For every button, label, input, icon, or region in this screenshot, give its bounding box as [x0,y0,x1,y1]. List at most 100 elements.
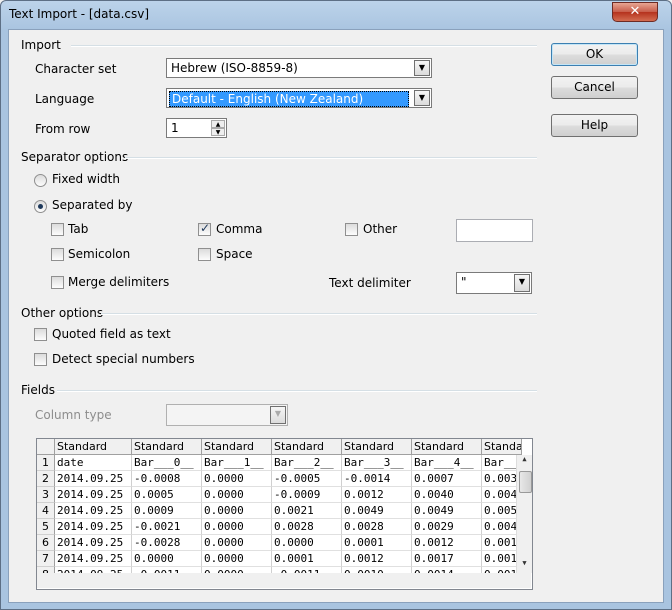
table-cell[interactable]: 2014.09.25 [55,471,132,487]
row-header[interactable]: 2 [37,471,55,487]
scroll-down-icon[interactable]: ▼ [517,559,532,567]
table-cell[interactable]: 2014.09.25 [55,487,132,503]
column-header[interactable]: Standard [202,439,272,455]
space-checkbox[interactable] [198,248,211,261]
column-header[interactable]: Standard [272,439,342,455]
table-cell[interactable]: Bar___3__ [342,455,412,471]
semicolon-label[interactable]: Semicolon [68,247,130,261]
table-cell[interactable]: 0.0000 [272,535,342,551]
chevron-down-icon[interactable]: ▼ [270,406,286,424]
text-delimiter-select[interactable]: " ▼ [456,272,532,294]
table-cell[interactable]: 0.0000 [202,471,272,487]
comma-label[interactable]: Comma [216,222,262,236]
table-cell[interactable]: 0.0000 [202,535,272,551]
comma-checkbox[interactable] [198,221,211,236]
table-cell[interactable]: -0.0014 [342,471,412,487]
table-cell[interactable]: 0.0028 [342,519,412,535]
quoted-field-label[interactable]: Quoted field as text [52,327,171,341]
fixed-width-label[interactable]: Fixed width [52,172,120,186]
table-cell[interactable]: -0.0009 [272,487,342,503]
charset-select[interactable]: Hebrew (ISO-8859-8) ▼ [166,58,432,78]
row-header[interactable]: 1 [37,455,55,471]
row-header[interactable]: 3 [37,487,55,503]
table-cell[interactable]: Bar___2__ [272,455,342,471]
table-cell[interactable]: 0.0040 [412,487,482,503]
close-button[interactable]: ✕ [612,2,658,22]
quoted-field-checkbox[interactable] [34,328,47,341]
vertical-scrollbar[interactable]: ▲ ▼ [516,455,532,573]
table-cell[interactable]: 0.0017 [412,551,482,567]
spin-up-icon[interactable]: ▲ [211,120,225,128]
language-select[interactable]: Default - English (New Zealand) ▼ [166,88,432,108]
ok-button[interactable]: OK [551,43,638,66]
table-cell[interactable]: -0.0021 [132,519,202,535]
semicolon-checkbox[interactable] [51,248,64,261]
merge-delimiters-label[interactable]: Merge delimiters [68,275,169,289]
merge-delimiters-checkbox[interactable] [51,276,64,289]
scroll-up-icon[interactable]: ▲ [517,455,532,463]
table-cell[interactable]: 0.0000 [202,519,272,535]
spin-down-icon[interactable]: ▼ [211,128,225,136]
table-cell[interactable]: 0.0000 [132,551,202,567]
column-header[interactable]: Standard [482,439,522,455]
table-cell[interactable]: 2014.09.25 [55,551,132,567]
table-cell[interactable]: 0.0012 [412,535,482,551]
table-cell[interactable]: 0.0009 [132,503,202,519]
row-header[interactable]: 4 [37,503,55,519]
table-cell[interactable]: Bar___4__ [412,455,482,471]
other-label[interactable]: Other [363,222,397,236]
detect-numbers-checkbox[interactable] [34,353,47,366]
fromrow-stepper[interactable]: 1 ▲ ▼ [166,118,227,138]
table-cell[interactable]: 0.0028 [272,519,342,535]
table-cell[interactable]: 0.0021 [272,503,342,519]
table-cell[interactable]: Bar___0__ [132,455,202,471]
table-cell[interactable]: -0.0005 [272,471,342,487]
chevron-down-icon[interactable]: ▼ [414,60,430,76]
tab-checkbox[interactable] [51,223,64,236]
table-cell[interactable]: 0.0000 [202,487,272,503]
table-cell[interactable]: 2014.09.25 [55,519,132,535]
scrollbar-thumb[interactable] [519,471,532,493]
table-cell[interactable]: date [55,455,132,471]
column-header[interactable]: Standard [412,439,482,455]
preview-grid[interactable]: 0.0010.00140.0010-0.00110.0000-0.0011201… [36,438,533,590]
row-header[interactable]: 6 [37,535,55,551]
chevron-down-icon[interactable]: ▼ [414,90,430,106]
table-cell[interactable]: 0.0049 [412,503,482,519]
column-header[interactable]: Standard [132,439,202,455]
column-type-select[interactable]: ▼ [166,404,288,426]
table-cell[interactable]: 0.0012 [342,551,412,567]
help-button[interactable]: Help [551,114,638,137]
table-cell[interactable]: 0.0012 [342,487,412,503]
table-cell[interactable]: -0.0008 [132,471,202,487]
horizontal-scrollbar[interactable] [37,573,531,588]
table-cell[interactable]: 0.0005 [132,487,202,503]
table-cell[interactable]: Bar___1__ [202,455,272,471]
table-cell[interactable]: 0.0000 [202,503,272,519]
table-cell[interactable]: 0.0029 [412,519,482,535]
table-cell[interactable]: 0.0049 [342,503,412,519]
table-cell[interactable]: 0.0001 [342,535,412,551]
table-cell[interactable]: 2014.09.25 [55,535,132,551]
fixed-width-radio[interactable] [34,174,47,187]
column-header[interactable]: Standard [55,439,132,455]
chevron-down-icon[interactable]: ▼ [514,274,530,292]
other-checkbox[interactable] [345,223,358,236]
table-cell[interactable]: 0.0000 [202,551,272,567]
separated-by-radio[interactable] [34,200,47,213]
tab-label[interactable]: Tab [68,222,88,236]
charset-label: Character set [35,62,117,76]
row-header[interactable]: 7 [37,551,55,567]
space-label[interactable]: Space [216,247,253,261]
column-header[interactable]: Standard [342,439,412,455]
table-cell[interactable]: 0.0007 [412,471,482,487]
separated-by-label[interactable]: Separated by [52,198,133,212]
other-separator-input[interactable] [456,219,533,242]
table-cell[interactable]: -0.0028 [132,535,202,551]
row-header[interactable]: 5 [37,519,55,535]
table-cell[interactable]: 0.0001 [272,551,342,567]
title-bar[interactable]: Text Import - [data.csv] ✕ [1,1,671,29]
cancel-button[interactable]: Cancel [551,76,638,99]
detect-numbers-label[interactable]: Detect special numbers [52,352,195,366]
table-cell[interactable]: 2014.09.25 [55,503,132,519]
